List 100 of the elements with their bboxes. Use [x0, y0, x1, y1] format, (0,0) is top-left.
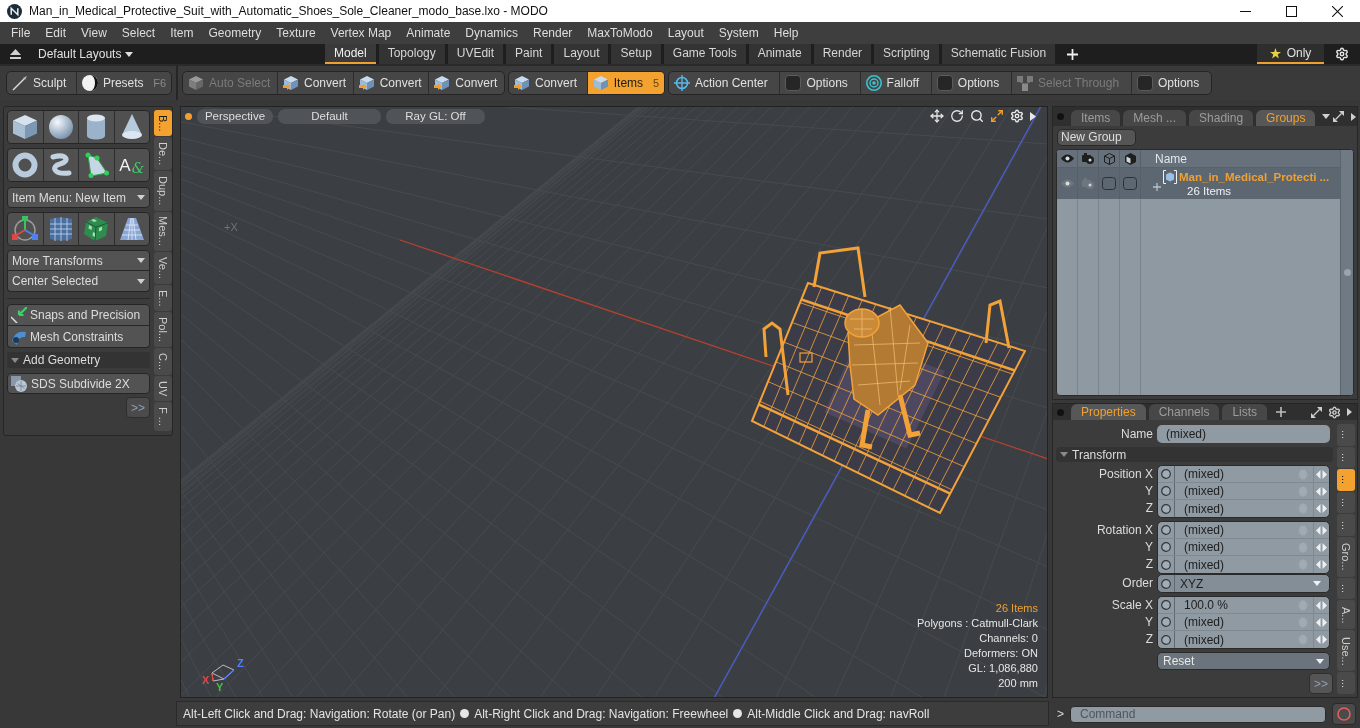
circle-icon[interactable] — [1161, 542, 1171, 552]
value-field[interactable]: (mixed) — [1158, 631, 1329, 648]
maximize-icon[interactable] — [990, 109, 1004, 123]
side-tab[interactable]: ... — [1337, 514, 1355, 536]
more-button[interactable]: >> — [126, 397, 150, 418]
menu-item[interactable]: Vertex Map — [330, 24, 392, 42]
settings-icon[interactable] — [1335, 47, 1349, 61]
side-tab[interactable]: Dup... — [154, 171, 172, 211]
record-button[interactable] — [1332, 703, 1356, 725]
name-field[interactable]: (mixed) — [1157, 424, 1330, 443]
menu-item[interactable]: System — [718, 24, 759, 42]
value-field[interactable]: (mixed) — [1158, 614, 1329, 631]
menu-item[interactable]: Help — [773, 24, 799, 42]
side-tab[interactable]: ... — [1337, 424, 1355, 446]
layout-tab[interactable]: Animate — [748, 44, 811, 64]
camera-icon[interactable] — [1082, 153, 1094, 164]
side-tab[interactable]: C... — [154, 348, 172, 376]
value-field[interactable]: (mixed) — [1158, 483, 1329, 500]
new-group-button[interactable]: New Group — [1057, 129, 1136, 146]
mesh-constraints-button[interactable]: Mesh Constraints — [7, 326, 150, 348]
snaps-button[interactable]: Snaps and Precision — [7, 304, 150, 326]
rotate-icon[interactable] — [950, 109, 964, 123]
side-tab[interactable]: Use... — [1337, 630, 1355, 672]
panel-tab[interactable]: Shading — [1189, 110, 1254, 126]
menu-item[interactable]: Render — [533, 24, 573, 42]
subdivide-button[interactable]: SDS Subdivide 2X — [7, 373, 150, 394]
side-tab[interactable]: Mes... — [154, 211, 172, 252]
section-header[interactable]: Add Geometry — [7, 352, 150, 368]
menu-item[interactable]: Dynamics — [465, 24, 518, 42]
value-field[interactable]: (mixed) — [1158, 466, 1329, 483]
side-tab[interactable]: Pol... — [154, 312, 172, 348]
layout-tab[interactable]: Schematic Fusion — [941, 44, 1056, 64]
text-tool-button[interactable]: A& — [114, 149, 149, 181]
panel-tab[interactable]: Groups — [1256, 110, 1316, 126]
menu-item[interactable]: Geometry — [208, 24, 262, 42]
value-field[interactable]: (mixed) — [1158, 556, 1329, 573]
side-tab[interactable]: B... — [154, 110, 172, 137]
presets-button[interactable]: Presets F6 — [75, 72, 171, 94]
action-center-button[interactable]: Action Center — [669, 72, 780, 94]
center-dropdown[interactable]: Center Selected — [7, 271, 150, 292]
convert-button[interactable]: Convert — [352, 72, 429, 94]
items-button[interactable]: Items 5 — [586, 72, 664, 94]
eye-icon[interactable] — [1060, 154, 1074, 163]
side-tab[interactable]: De... — [154, 137, 172, 171]
convert-button[interactable]: Convert — [428, 72, 504, 94]
value-field[interactable]: 100.0 % — [1158, 597, 1329, 614]
side-tab[interactable]: ... — [1337, 446, 1355, 469]
menu-item[interactable]: MaxToModo — [587, 24, 653, 42]
panel-tab[interactable]: Properties — [1071, 404, 1146, 420]
value-field[interactable]: (mixed) — [1158, 500, 1329, 517]
up-arrow-icon[interactable] — [10, 49, 21, 59]
command-field[interactable]: Command — [1070, 705, 1326, 723]
layout-tab[interactable]: Model — [325, 44, 376, 64]
plus-icon[interactable] — [1276, 407, 1287, 417]
triangle-right-icon[interactable] — [1351, 112, 1357, 121]
section-header[interactable]: Transform — [1056, 447, 1333, 462]
side-tab[interactable]: E... — [154, 285, 172, 312]
only-filter-button[interactable]: Only — [1257, 44, 1324, 64]
search-icon[interactable] — [970, 109, 984, 123]
value-field[interactable]: (mixed) — [1158, 522, 1329, 539]
menu-item[interactable]: View — [81, 24, 107, 42]
options-button[interactable]: Options — [930, 72, 1011, 94]
layout-tab[interactable]: Paint — [506, 44, 552, 64]
options-button[interactable]: Options — [779, 72, 860, 94]
panel-tab[interactable]: Mesh ... — [1123, 110, 1187, 126]
menu-item[interactable]: Animate — [406, 24, 451, 42]
circle-icon[interactable] — [1161, 578, 1171, 589]
menu-item[interactable]: Texture — [276, 24, 316, 42]
order-dropdown[interactable]: XYZ — [1158, 575, 1329, 592]
more-transforms-dropdown[interactable]: More Transforms — [7, 250, 150, 271]
side-tab[interactable]: F ... — [154, 402, 172, 431]
side-tab[interactable]: ... — [1337, 491, 1355, 514]
layout-tab[interactable]: Setup — [611, 44, 661, 64]
circle-icon[interactable] — [1161, 469, 1171, 479]
triangle-right-icon[interactable] — [1347, 408, 1352, 416]
layout-tab[interactable]: Game Tools — [663, 44, 746, 64]
sculpt-button[interactable]: Sculpt — [7, 72, 76, 94]
settings-icon[interactable] — [1010, 109, 1024, 123]
convert-button[interactable]: Convert — [509, 72, 587, 94]
side-tab[interactable]: Ve... — [154, 252, 172, 285]
side-tab[interactable]: A... — [1337, 600, 1355, 630]
reset-dropdown[interactable]: Reset — [1157, 652, 1330, 670]
panel-tab[interactable]: Lists — [1222, 404, 1268, 420]
menu-item[interactable]: Edit — [45, 24, 67, 42]
circle-icon[interactable] — [1161, 634, 1171, 645]
move-icon[interactable] — [930, 109, 944, 123]
circle-icon[interactable] — [1161, 559, 1171, 570]
side-tab[interactable]: ... — [1337, 469, 1355, 491]
side-tab[interactable]: ... — [1337, 672, 1355, 695]
menu-item[interactable]: Select — [121, 24, 156, 42]
side-tab[interactable]: UV — [154, 376, 172, 402]
menu-item[interactable]: Item — [170, 24, 194, 42]
cube-outline-icon[interactable] — [1103, 152, 1115, 165]
circle-icon[interactable] — [1161, 525, 1171, 535]
layout-tab[interactable]: UVEdit — [447, 44, 504, 64]
panel-tab[interactable]: Channels — [1148, 404, 1220, 420]
cube-icon[interactable] — [1124, 152, 1136, 165]
falloff-button[interactable]: Falloff — [859, 72, 931, 94]
options-button[interactable]: Options — [1130, 72, 1211, 94]
circle-icon[interactable] — [1161, 600, 1171, 610]
